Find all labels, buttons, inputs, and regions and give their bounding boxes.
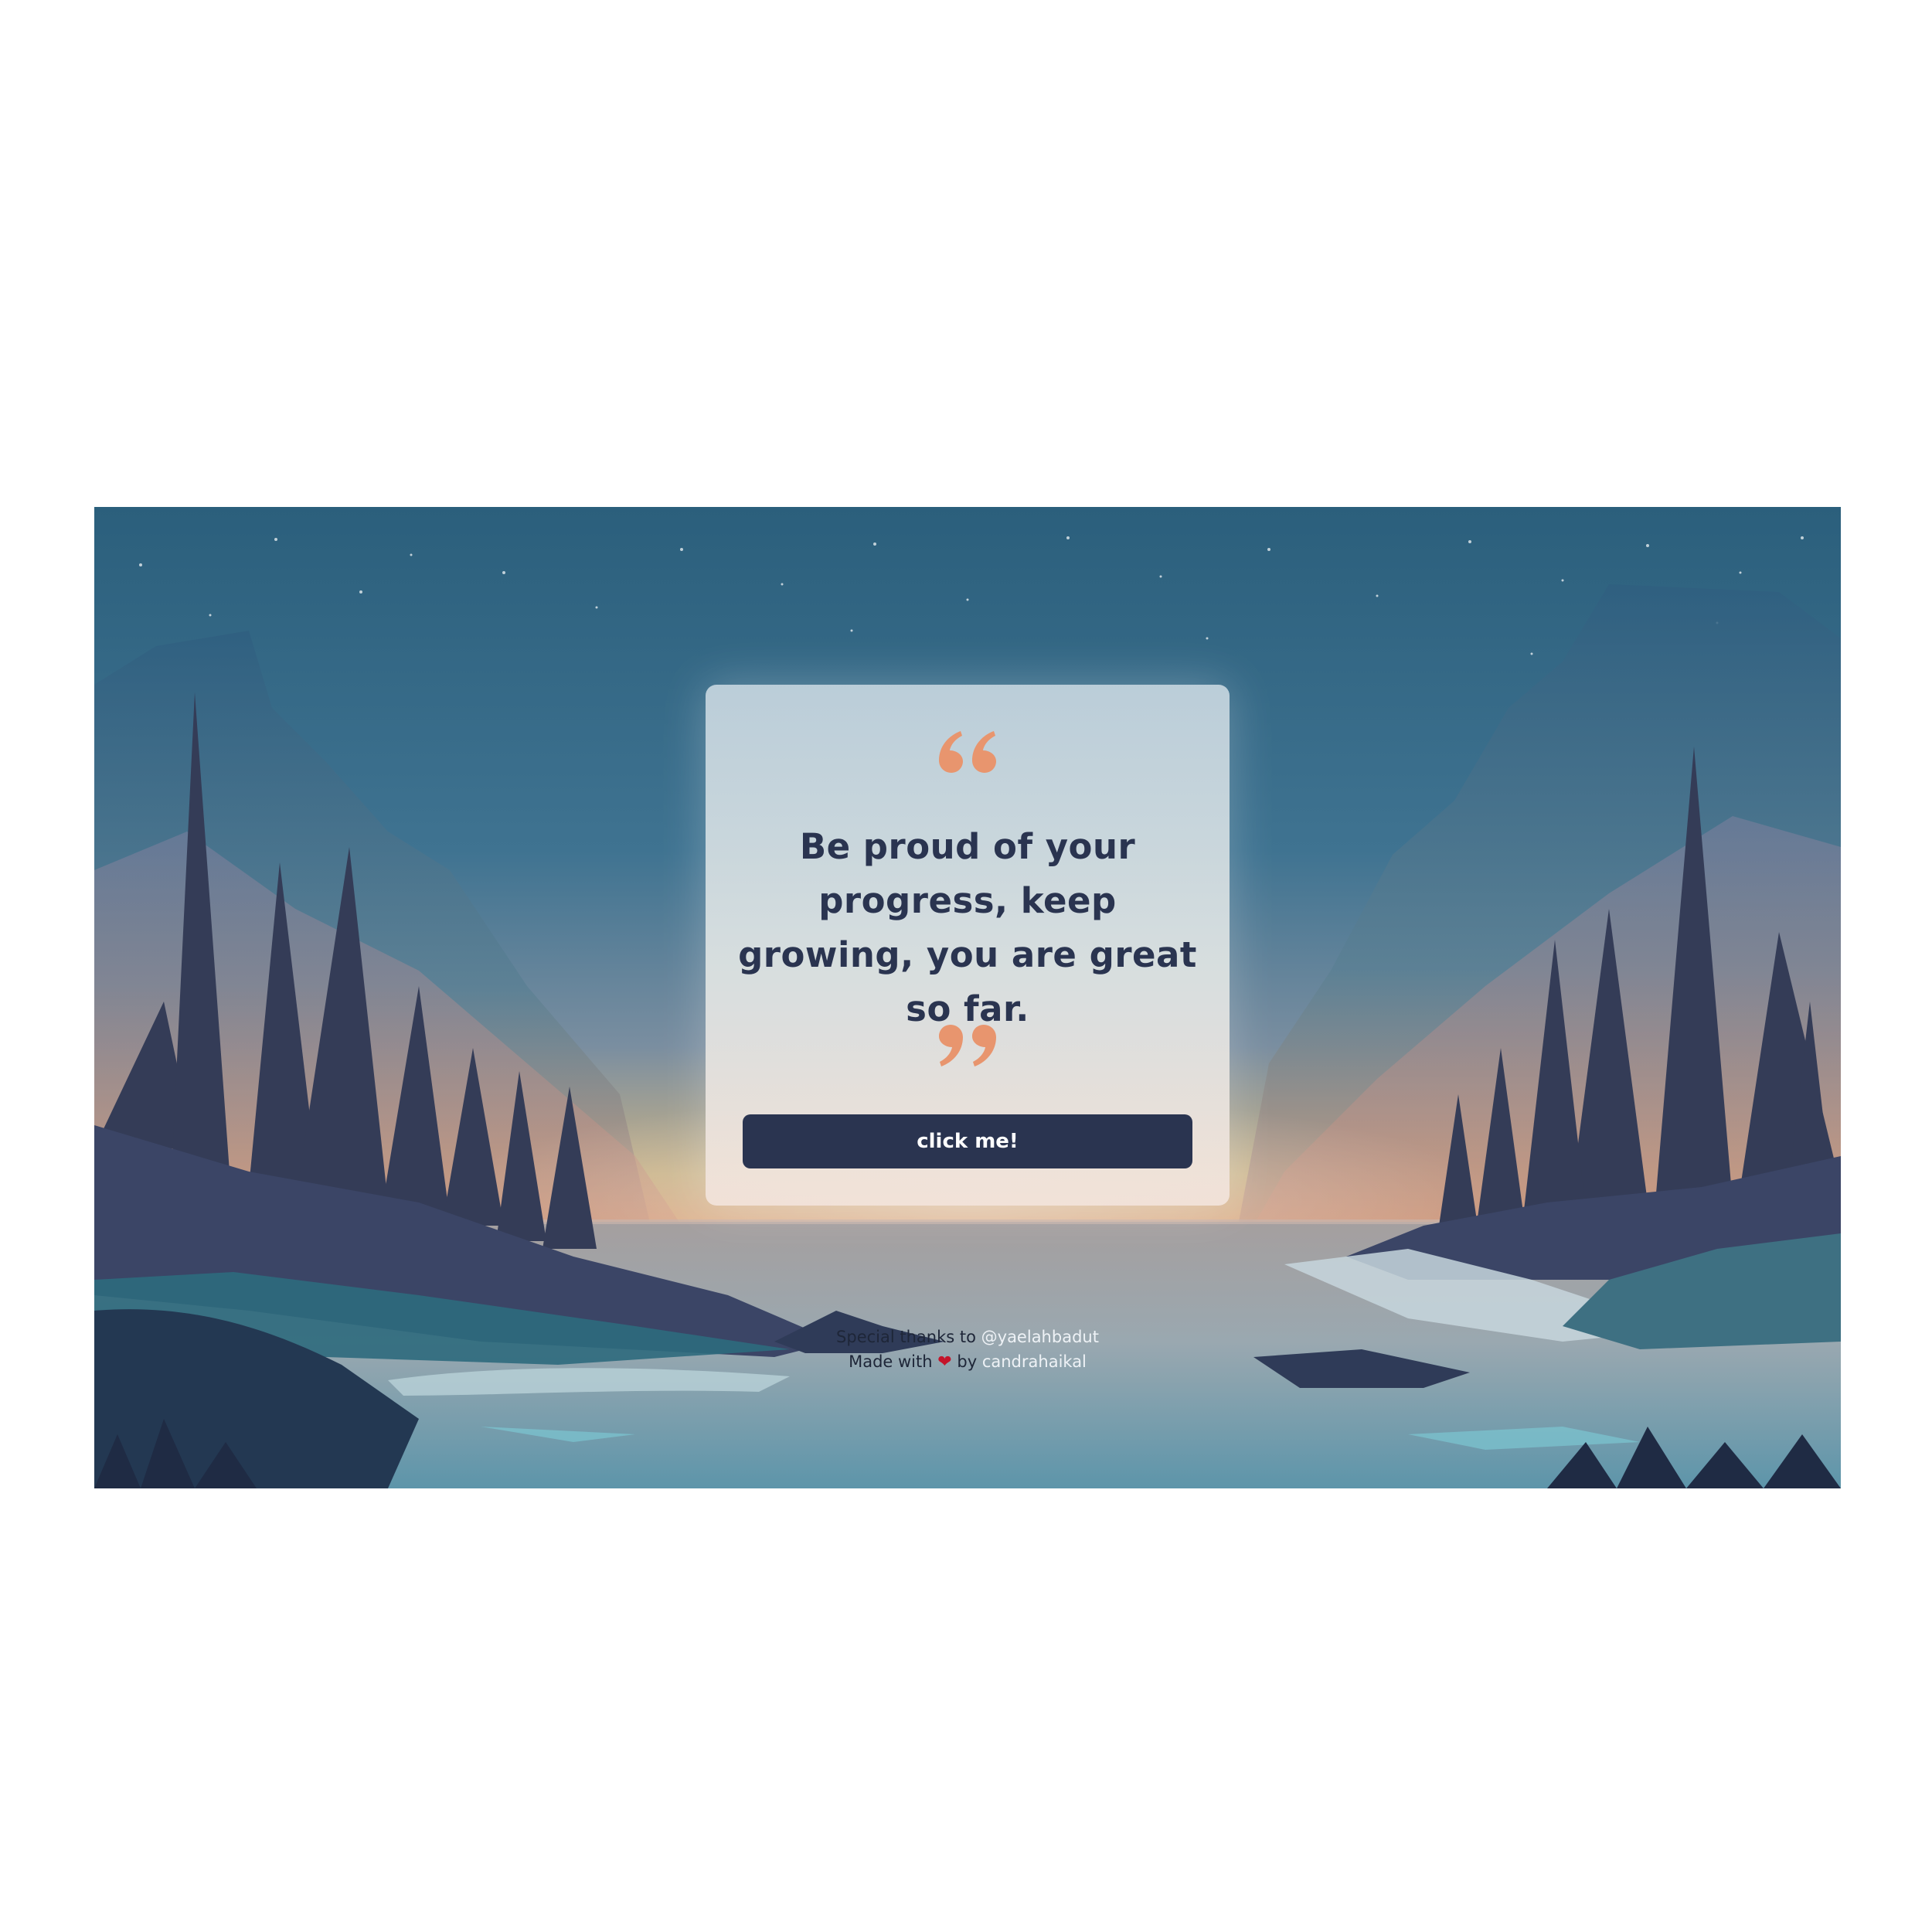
- heart-icon: ❤: [937, 1352, 952, 1372]
- click-me-button[interactable]: click me!: [743, 1114, 1192, 1168]
- made-prefix: Made with: [849, 1352, 933, 1371]
- made-with-line: Made with ❤ by candrahaikal: [94, 1349, 1841, 1375]
- open-quote-icon: [706, 731, 1230, 773]
- author-link[interactable]: candrahaikal: [982, 1352, 1087, 1371]
- quote-text: Be proud of your progress, keep growing,…: [738, 826, 1197, 1029]
- quote-card: Be proud of your progress, keep growing,…: [706, 685, 1230, 1206]
- made-by: by: [957, 1352, 978, 1371]
- close-quote-icon: [706, 1025, 1230, 1066]
- thanks-line: Special thanks to @yaelahbadut: [94, 1325, 1841, 1349]
- thanks-handle-link[interactable]: @yaelahbadut: [981, 1328, 1099, 1346]
- credits: Special thanks to @yaelahbadut Made with…: [94, 1325, 1841, 1375]
- landscape-scene: Be proud of your progress, keep growing,…: [94, 507, 1841, 1488]
- thanks-prefix: Special thanks to: [836, 1328, 976, 1346]
